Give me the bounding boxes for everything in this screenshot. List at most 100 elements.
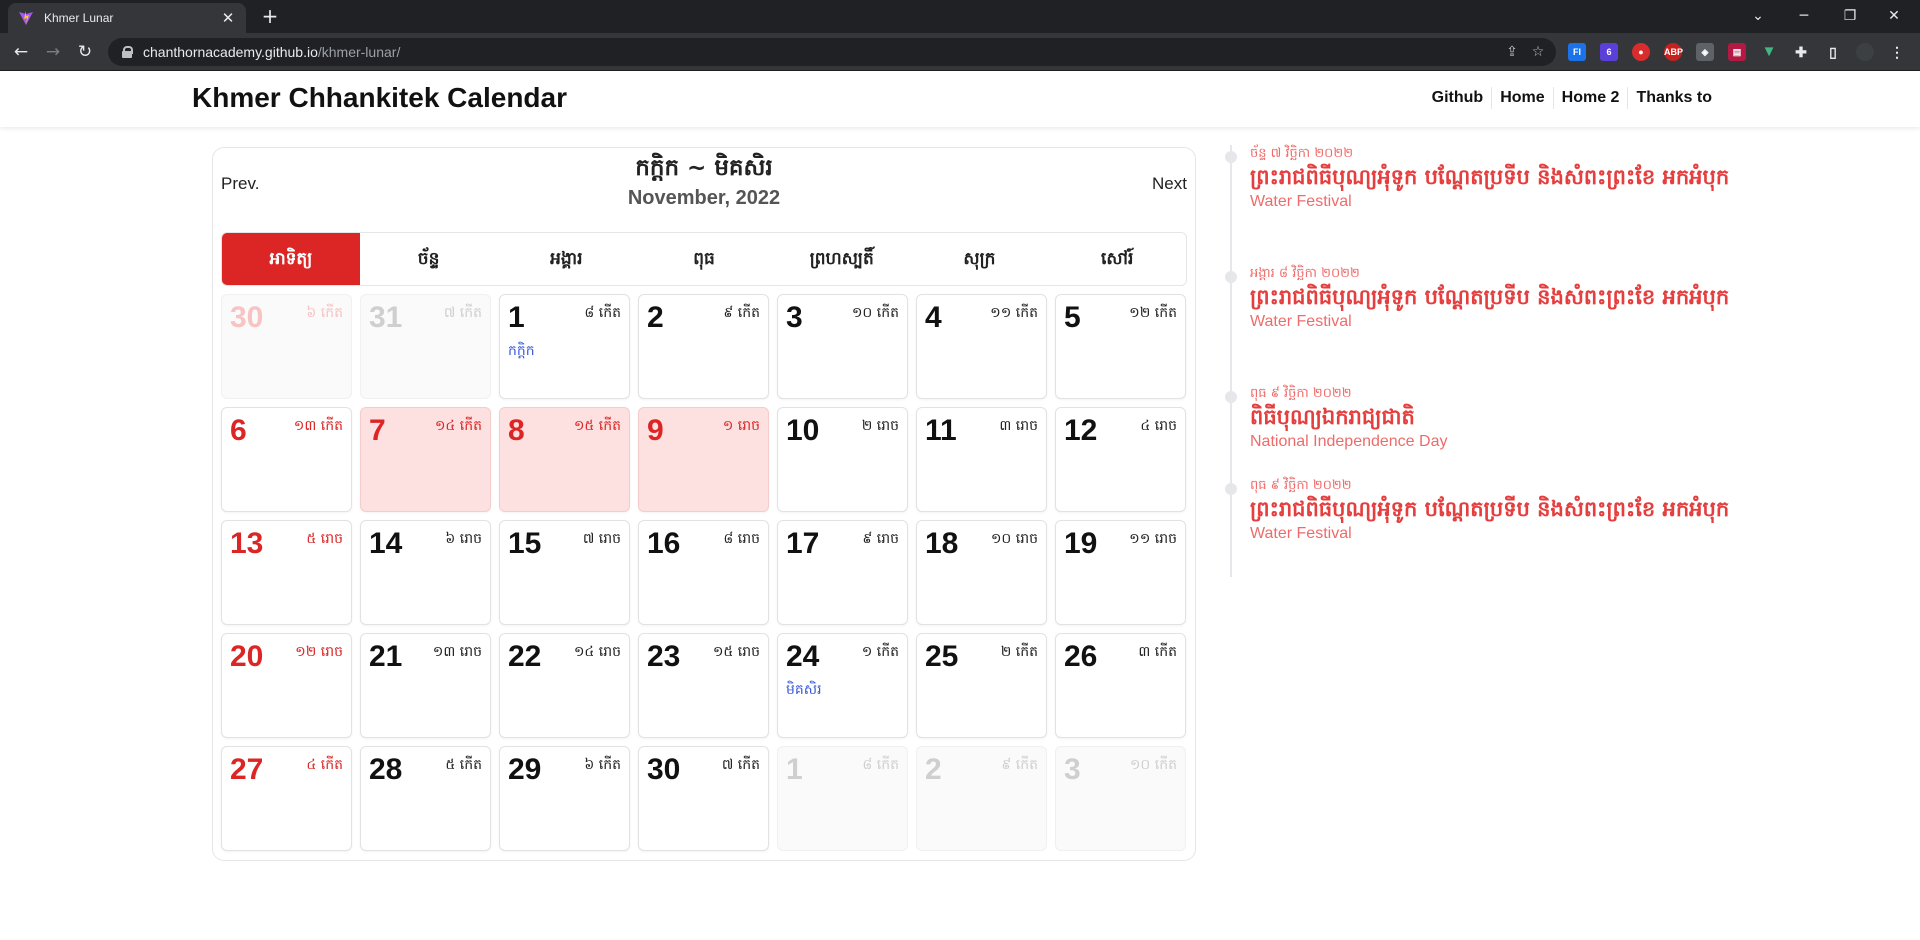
day-cell[interactable]: 24 ១ កើត មិគសិរ [777,633,908,738]
day-number: 2 [647,301,664,334]
day-cell: 2 ៩ កើត [916,746,1047,851]
event-item[interactable]: ពុធ ៩ វិច្ឆិកា ២០២២ ព្រះរាជពិធីបុណ្យអុំទ… [1225,477,1732,545]
lunar-day: ១០ រោច [990,531,1038,547]
next-month-button[interactable]: Next [1152,174,1187,194]
event-subtitle: National Independence Day [1250,433,1448,450]
day-number: 3 [1064,753,1081,786]
lunar-day: ៨ រោច [723,531,760,547]
events-timeline: ច័ន្ទ ៧ វិច្ឆិកា ២០២២ ព្រះរាជពិធីបុណ្យអុ… [1225,145,1732,577]
restore-icon[interactable]: ❐ [1828,4,1872,28]
day-cell[interactable]: 29 ៦ កើត [499,746,630,851]
weekday-friday: សុក្រ [963,249,996,269]
vue-devtools-icon[interactable]: ▼ [1760,43,1778,61]
day-cell[interactable]: 8 ១៥ កើត [499,407,630,512]
day-cell[interactable]: 27 ៤ កើត [221,746,352,851]
day-number: 30 [230,301,264,334]
lunar-day: ១៤ រោច [573,644,621,660]
new-tab-icon[interactable]: + [258,5,282,29]
day-cell[interactable]: 25 ២ កើត [916,633,1047,738]
nav-home-2[interactable]: Home 2 [1552,87,1628,109]
day-cell[interactable]: 20 ១២ រោច [221,633,352,738]
weekday-header: អាទិត្យ ច័ន្ទ អង្គារ ពុធ ព្រហស្បតិ៍ សុក្… [221,232,1187,286]
lock-icon[interactable] [122,46,133,58]
english-month-title: November, 2022 [627,187,781,209]
day-cell[interactable]: 5 ១២ កើត [1055,294,1186,399]
day-cell[interactable]: 13 ៥ រោច [221,520,352,625]
day-cell[interactable]: 1 ៨ កើត កក្តិក [499,294,630,399]
day-cell[interactable]: 3 ១០ កើត [777,294,908,399]
tab-search-icon[interactable]: ⌄ [1736,4,1780,28]
nav-thanks-to[interactable]: Thanks to [1627,87,1720,109]
forward-icon[interactable]: → [40,40,66,64]
day-cell[interactable]: 11 ៣ រោច [916,407,1047,512]
close-tab-icon[interactable]: ✕ [220,9,236,27]
lunar-day: ១៥ រោច [712,644,760,660]
browser-menu-icon[interactable]: ⋮ [1888,43,1906,61]
flag-extension-icon[interactable]: ▤ [1728,43,1746,61]
address-bar[interactable]: chanthornacademy.github.io /khmer-lunar/… [108,38,1556,66]
day-cell[interactable]: 2 ៩ កើត [638,294,769,399]
day-cell[interactable]: 4 ១១ កើត [916,294,1047,399]
day-number: 16 [647,527,681,560]
profile-avatar[interactable] [1856,43,1874,61]
lunar-day: ១០ កើត [1129,757,1177,773]
day-cell[interactable]: 12 ៤ រោច [1055,407,1186,512]
day-number: 19 [1064,527,1098,560]
browser-tab[interactable]: Khmer Lunar ✕ [8,3,246,33]
lunar-day: ១៣ រោច [432,644,482,660]
extension-fi-icon[interactable]: FI [1568,43,1586,61]
day-cell[interactable]: 28 ៥ កើត [360,746,491,851]
day-cell[interactable]: 23 ១៥ រោច [638,633,769,738]
day-cell[interactable]: 9 ១ រោច [638,407,769,512]
event-subtitle: Water Festival [1250,525,1352,542]
day-cell[interactable]: 17 ៩ រោច [777,520,908,625]
lunar-day: ៨ កើត [862,757,899,773]
site-title: Khmer Chhankitek Calendar [192,82,567,113]
nav-github[interactable]: Github [1424,87,1492,109]
day-number: 22 [508,640,542,673]
day-cell[interactable]: 10 ២ រោច [777,407,908,512]
lunar-month-label: កក្តិក [508,343,535,359]
share-icon[interactable]: ⇪ [1504,44,1520,60]
side-panel-icon[interactable]: ▯ [1824,43,1842,61]
lunar-month-label: មិគសិរ [786,682,822,698]
day-cell[interactable]: 7 ១៤ កើត [360,407,491,512]
extensions-puzzle-icon[interactable]: ✚ [1792,43,1810,61]
event-item[interactable]: ច័ន្ទ ៧ វិច្ឆិកា ២០២២ ព្រះរាជពិធីបុណ្យអុ… [1225,145,1732,213]
day-number: 2 [925,753,942,786]
day-cell[interactable]: 14 ៦ រោច [360,520,491,625]
back-icon[interactable]: ← [8,40,34,64]
adblock-plus-icon[interactable]: ABP [1664,43,1683,61]
day-cell[interactable]: 18 ១០ រោច [916,520,1047,625]
day-number: 3 [786,301,803,334]
event-item[interactable]: អង្គារ ៨ វិច្ឆិកា ២០២២ ព្រះរាជពិធីបុណ្យអ… [1225,265,1732,333]
timeline-dot-icon [1225,271,1237,283]
vite-favicon-icon [19,11,33,25]
day-cell[interactable]: 6 ១៣ កើត [221,407,352,512]
extension-badge-icon[interactable]: 6 [1600,43,1618,61]
shield-extension-icon[interactable]: ◈ [1696,43,1714,61]
nav-home[interactable]: Home [1491,87,1552,109]
minimize-icon[interactable]: ─ [1782,4,1826,28]
day-number: 9 [647,414,664,447]
weekday-sunday: អាទិត្យ [222,233,360,285]
lunar-day: ៩ កើត [723,305,760,321]
day-cell[interactable]: 30 ៧ កើត [638,746,769,851]
url-path: /khmer-lunar/ [317,44,401,60]
close-window-icon[interactable]: ✕ [1872,4,1916,28]
day-cell[interactable]: 21 ១៣ រោច [360,633,491,738]
bookmark-star-icon[interactable]: ☆ [1530,44,1546,60]
lunar-day: ៨ កើត [584,305,621,321]
day-cell[interactable]: 26 ៣ កើត [1055,633,1186,738]
day-cell[interactable]: 16 ៨ រោច [638,520,769,625]
reload-icon[interactable]: ↻ [72,40,98,64]
event-item[interactable]: ពុធ ៩ វិច្ឆិកា ២០២២ ពិធីបុណ្យឯករាជ្យជាតិ… [1225,385,1732,453]
day-cell[interactable]: 19 ១១ រោច [1055,520,1186,625]
event-date: ពុធ ៩ វិច្ឆិកា ២០២២ [1250,386,1352,401]
lunar-day: ៩ រោច [862,531,899,547]
extension-red-icon[interactable]: ● [1632,43,1650,61]
day-number: 10 [786,414,820,447]
site-header: Khmer Chhankitek Calendar Github Home Ho… [0,71,1920,127]
day-cell[interactable]: 22 ១៤ រោច [499,633,630,738]
day-cell[interactable]: 15 ៧ រោច [499,520,630,625]
